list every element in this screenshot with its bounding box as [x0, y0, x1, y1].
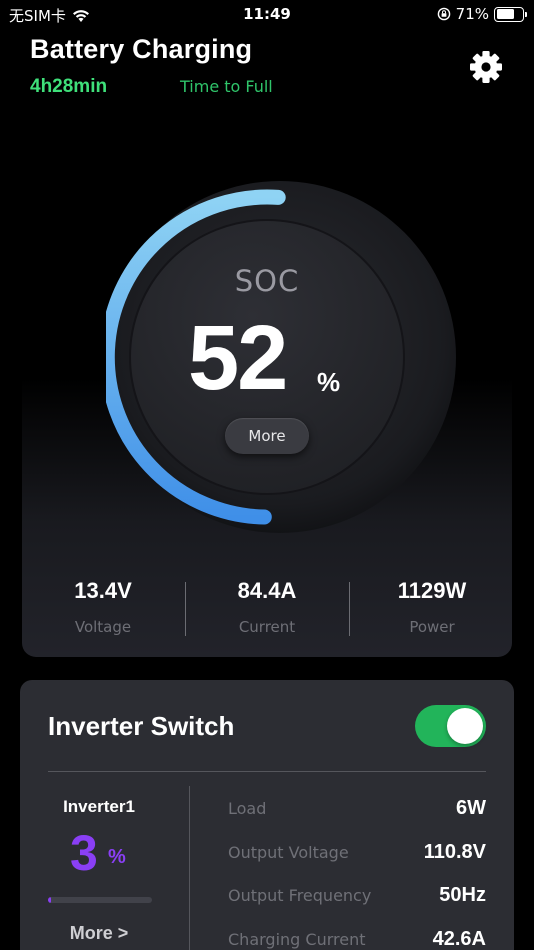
soc-unit: % — [317, 367, 341, 397]
metric-voltage-label: Voltage — [74, 618, 132, 636]
inverter-percent-unit: % — [108, 846, 126, 868]
metric-divider — [349, 582, 350, 636]
metric-power-label: Power — [409, 618, 455, 636]
metric-current-value: 84.4A — [237, 578, 297, 603]
inverter-progress-fill — [48, 897, 51, 903]
metric-current: 84.4A Current — [187, 578, 347, 636]
soc-label: SOC — [234, 264, 300, 298]
battery-level-fill — [496, 9, 514, 19]
time-to-full-value: 4h28min — [30, 76, 108, 97]
inverter-progress-bar — [48, 897, 152, 903]
toggle-knob — [447, 708, 483, 744]
row-label: Charging Current — [228, 930, 366, 949]
battery-icon — [494, 6, 527, 22]
time-to-full-label: Time to Full — [180, 77, 273, 96]
metric-voltage-value: 13.4V — [74, 578, 132, 603]
inverter-row-output-voltage: Output Voltage 110.8V — [228, 841, 486, 867]
metric-current-label: Current — [238, 618, 296, 636]
soc-more-button[interactable]: More — [225, 418, 309, 454]
row-value: 110.8V — [423, 841, 486, 863]
row-label: Load — [228, 799, 267, 818]
status-bar: 无SIM卡 11:49 71% — [0, 0, 534, 28]
inverter-more-link[interactable]: More > — [48, 923, 150, 944]
row-value: 50Hz — [439, 884, 486, 906]
row-value: 42.6A — [432, 928, 486, 950]
row-value: 6W — [456, 797, 486, 819]
gear-icon[interactable] — [468, 49, 504, 85]
inverter-row-output-frequency: Output Frequency 50Hz — [228, 884, 486, 910]
metric-power: 1129W Power — [352, 578, 512, 636]
inverter-percent: 3 — [70, 825, 98, 881]
battery-percent: 71% — [455, 5, 489, 23]
inverter-row-charging-current: Charging Current 42.6A — [228, 928, 486, 950]
inverter-switch-title: Inverter Switch — [48, 711, 235, 741]
metric-divider — [185, 582, 186, 636]
inverter-name: Inverter1 — [63, 797, 135, 816]
inverter-column-divider — [189, 786, 190, 950]
orientation-lock-icon — [437, 7, 450, 21]
inverter-divider — [48, 771, 486, 772]
soc-value: 52 — [188, 307, 288, 409]
inverter-row-load: Load 6W — [228, 797, 486, 823]
page-title: Battery Charging — [30, 34, 253, 64]
metric-voltage: 13.4V Voltage — [23, 578, 183, 636]
inverter-toggle[interactable] — [415, 705, 486, 747]
row-label: Output Voltage — [228, 843, 349, 862]
row-label: Output Frequency — [228, 886, 372, 905]
metric-power-value: 1129W — [397, 578, 467, 603]
